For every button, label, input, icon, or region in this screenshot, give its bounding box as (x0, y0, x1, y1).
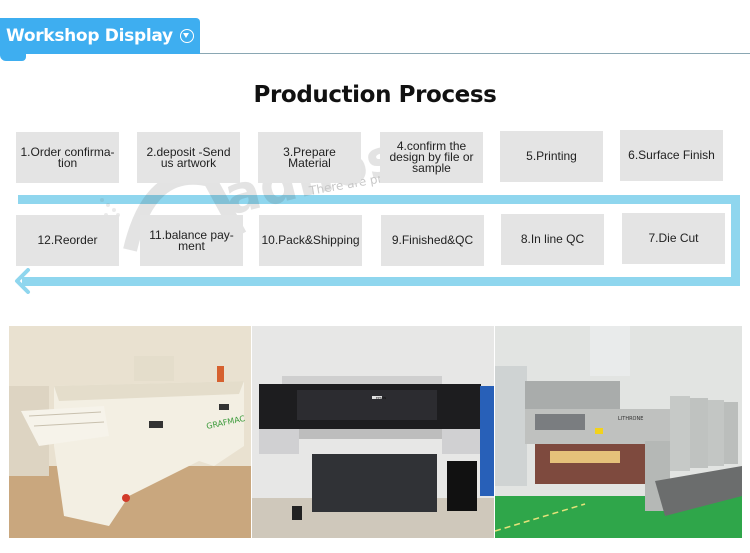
process-step: 11.balance pay- ment (140, 215, 243, 266)
step-label: 1.Order confirma- tion (20, 144, 115, 170)
flow-track-top (18, 195, 740, 204)
process-step: 4.confirm the design by file or sample (380, 132, 483, 183)
process-step: 9.Finished&QC (381, 215, 484, 266)
flow-track-right (731, 195, 740, 286)
process-step: 6.Surface Finish (620, 130, 723, 181)
step-label: 11.balance pay- ment (149, 227, 234, 253)
step-label: 2.deposit -Send us artwork (146, 144, 231, 170)
photo-plate-processor: GRAFMAC (9, 326, 251, 538)
step-label: 8.In line QC (520, 232, 585, 246)
machine-label: EPSON (376, 396, 386, 400)
section-title: Production Process (253, 82, 497, 108)
circle-arrow-down-icon (179, 29, 194, 43)
photo-wide-format-printer: EPSON (252, 326, 494, 538)
header-title: Workshop Display (6, 26, 173, 46)
process-step: 3.Prepare Material (258, 132, 361, 183)
step-label: 9.Finished&QC (391, 233, 474, 247)
process-step: 2.deposit -Send us artwork (137, 132, 240, 183)
process-step: 1.Order confirma- tion (16, 132, 119, 183)
step-label: 10.Pack&Shipping (261, 233, 360, 247)
step-label: 3.Prepare Material (283, 144, 336, 170)
step-label: 5.Printing (526, 149, 577, 163)
step-label: 6.Surface Finish (628, 148, 715, 162)
process-step: 5.Printing (500, 131, 603, 182)
machine-label: LITHRONE (618, 416, 643, 422)
step-label: 12.Reorder (37, 233, 98, 247)
process-step: 12.Reorder (16, 215, 119, 266)
process-step: 8.In line QC (501, 214, 604, 265)
process-step: 10.Pack&Shipping (259, 215, 362, 266)
header-tab: Workshop Display (0, 18, 200, 54)
step-label: 4.confirm the design by file or sample (389, 139, 474, 175)
flow-track-bottom (22, 277, 740, 286)
arrow-left-icon (15, 268, 30, 294)
photo-offset-printing-press: LITHRONE (495, 326, 742, 538)
header-tab-foot (0, 53, 26, 61)
process-step: 7.Die Cut (622, 213, 725, 264)
step-label: 7.Die Cut (648, 231, 699, 245)
